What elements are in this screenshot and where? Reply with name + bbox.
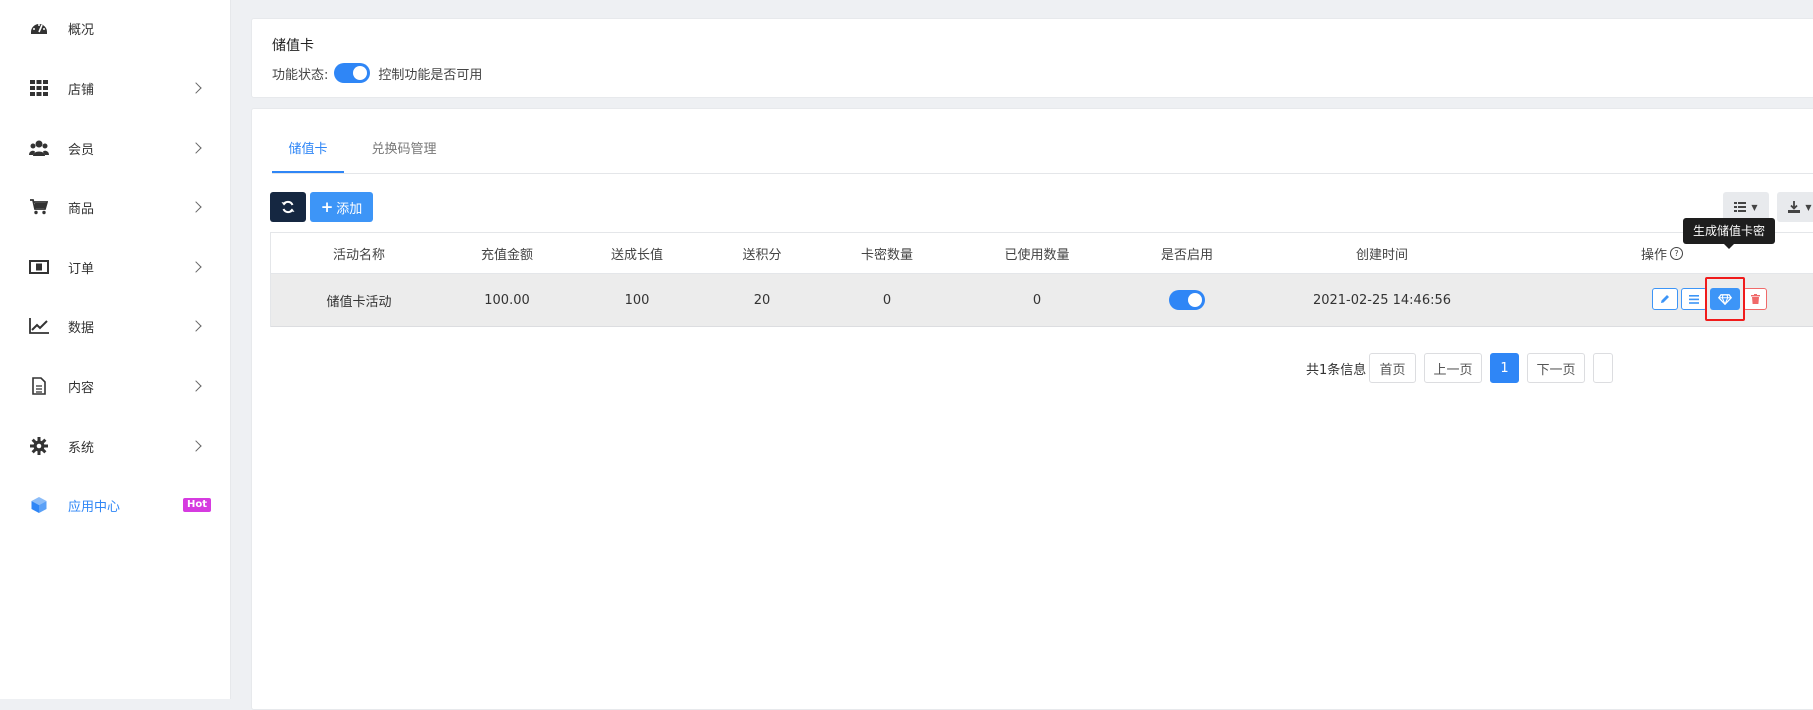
chevron-right-icon [190, 201, 202, 213]
column-header-actions-label: 操作 [1640, 247, 1667, 263]
tooltip: 生成储值卡密 [1683, 218, 1776, 249]
highlight-box [1705, 277, 1745, 321]
column-header-name[interactable]: 活动名称 [271, 233, 447, 273]
column-header-card-count[interactable]: 卡密数量 [817, 233, 957, 273]
sidebar: 概况 店铺 会员 商品 订单 数据 内容 系统 应用中心 Hot [0, 0, 231, 699]
export-button[interactable]: ▼ [1777, 192, 1813, 222]
pagination-first[interactable]: 首页 [1369, 353, 1416, 383]
pagination-page[interactable]: 1 [1490, 353, 1519, 383]
chevron-right-icon [190, 82, 202, 94]
sidebar-item-label: 内容 [68, 380, 95, 396]
refresh-button[interactable] [270, 192, 306, 222]
sidebar-item-app-center[interactable]: 应用中心 Hot [0, 485, 230, 525]
main-card: 储值卡 兑换码管理 + 添加 ▼ ▼ 活动名称 充值金额 送成长值 送积分 卡密… [251, 108, 1813, 710]
cell-card-count: 0 [882, 292, 892, 308]
sidebar-item-products[interactable]: 商品 [0, 187, 230, 227]
table-row: 储值卡活动 100.00 100 20 0 0 2021-02-25 14:46… [271, 274, 1813, 327]
sidebar-item-label: 店铺 [68, 82, 95, 98]
question-circle-icon: ? [1670, 246, 1683, 260]
tab-redeem-code-management[interactable]: 兑换码管理 [362, 135, 446, 171]
gear-icon [28, 435, 50, 457]
pagination-next[interactable]: 下一页 [1527, 353, 1585, 383]
sidebar-item-system[interactable]: 系统 [0, 426, 230, 466]
cell-created: 2021-02-25 14:46:56 [1312, 292, 1452, 308]
chevron-right-icon [190, 320, 202, 332]
column-header-enabled[interactable]: 是否启用 [1117, 233, 1257, 273]
pagination-last[interactable] [1593, 353, 1613, 383]
column-header-growth[interactable]: 送成长值 [567, 233, 707, 273]
feature-status-description: 控制功能是否可用 [378, 67, 483, 83]
sidebar-item-label: 订单 [68, 261, 95, 277]
dashboard-icon [28, 17, 50, 39]
plus-icon: + [320, 198, 334, 216]
chevron-right-icon [190, 380, 202, 392]
money-icon [28, 256, 50, 278]
cell-points: 20 [753, 292, 771, 308]
column-header-points[interactable]: 送积分 [707, 233, 817, 273]
feature-title: 储值卡 [272, 38, 314, 54]
table-header: 活动名称 充值金额 送成长值 送积分 卡密数量 已使用数量 是否启用 创建时间 … [271, 233, 1813, 274]
caret-down-icon: ▼ [1805, 202, 1812, 212]
sidebar-item-label: 数据 [68, 320, 95, 336]
sidebar-item-store[interactable]: 店铺 [0, 68, 230, 108]
add-button[interactable]: + 添加 [310, 192, 373, 222]
chevron-right-icon [190, 142, 202, 154]
sidebar-item-content[interactable]: 内容 [0, 366, 230, 406]
add-button-label: 添加 [336, 201, 363, 217]
pagination-total: 共1条信息 [1306, 362, 1367, 378]
sidebar-item-label: 系统 [68, 440, 95, 456]
tab-bar: 储值卡 兑换码管理 [272, 135, 1813, 174]
column-header-created[interactable]: 创建时间 [1257, 233, 1507, 273]
sidebar-item-label: 会员 [68, 142, 95, 158]
cell-growth: 100 [624, 292, 650, 308]
feature-status-card: 储值卡 功能状态: 控制功能是否可用 [251, 18, 1813, 98]
row-enabled-toggle[interactable] [1169, 290, 1205, 310]
pagination-prev[interactable]: 上一页 [1424, 353, 1482, 383]
feature-status-toggle[interactable] [334, 63, 371, 83]
sidebar-item-overview[interactable]: 概况 [0, 8, 230, 48]
detail-list-button[interactable] [1681, 288, 1707, 310]
pencil-icon [1661, 295, 1669, 303]
feature-status-label: 功能状态: [272, 67, 329, 83]
hot-badge: Hot [183, 498, 212, 512]
sidebar-item-label: 商品 [68, 201, 95, 217]
list-icon [1734, 202, 1747, 212]
refresh-icon [281, 200, 295, 214]
list-icon [1689, 294, 1699, 304]
feature-status-row: 功能状态: 控制功能是否可用 [272, 63, 482, 83]
sidebar-item-label: 概况 [68, 22, 95, 38]
users-icon [28, 137, 50, 159]
caret-down-icon: ▼ [1751, 202, 1758, 212]
stored-value-table: 活动名称 充值金额 送成长值 送积分 卡密数量 已使用数量 是否启用 创建时间 … [270, 232, 1813, 327]
cell-enabled [1117, 274, 1257, 326]
cell-name: 储值卡活动 [326, 294, 392, 310]
column-header-amount[interactable]: 充值金额 [447, 233, 567, 273]
edit-button[interactable] [1652, 288, 1678, 310]
column-header-used-count[interactable]: 已使用数量 [957, 233, 1117, 273]
cart-icon [28, 196, 50, 218]
cell-amount: 100.00 [484, 292, 530, 308]
grid-icon [28, 77, 50, 99]
download-icon [1788, 201, 1801, 213]
cube-icon [28, 494, 50, 516]
sidebar-item-data[interactable]: 数据 [0, 306, 230, 346]
chevron-right-icon [190, 261, 202, 273]
chart-line-icon [28, 315, 50, 337]
cell-used-count: 0 [1032, 292, 1042, 308]
document-icon [28, 375, 50, 397]
sidebar-item-label: 应用中心 [68, 499, 121, 515]
chevron-right-icon [190, 440, 202, 452]
sidebar-item-orders[interactable]: 订单 [0, 247, 230, 287]
delete-button[interactable] [1743, 288, 1767, 310]
tab-stored-value-card[interactable]: 储值卡 [272, 135, 344, 173]
trash-icon [1750, 294, 1760, 304]
sidebar-item-members[interactable]: 会员 [0, 128, 230, 168]
